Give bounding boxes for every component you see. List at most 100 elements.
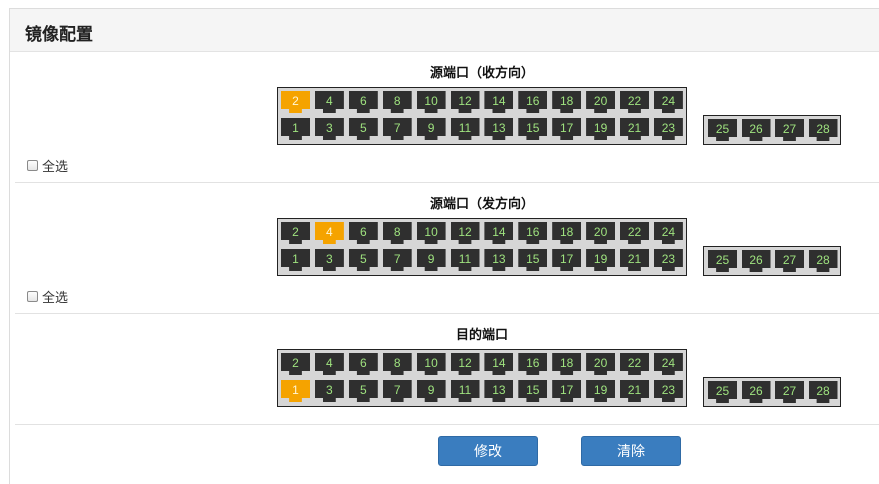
select-all-checkbox[interactable] (27, 160, 38, 171)
rx-source-port-8[interactable]: 8 (382, 91, 412, 113)
destination-port-13[interactable]: 13 (484, 380, 514, 402)
tx-source-port-15[interactable]: 15 (518, 249, 548, 271)
tx-source-port-12[interactable]: 12 (450, 222, 480, 244)
destination-port-3[interactable]: 3 (314, 380, 344, 402)
destination-port-26[interactable]: 26 (741, 381, 771, 403)
destination-port-10[interactable]: 10 (416, 353, 446, 375)
rx-source-port-20[interactable]: 20 (586, 91, 616, 113)
tx-source-port-22[interactable]: 22 (620, 222, 649, 244)
tx-source-port-14[interactable]: 14 (484, 222, 514, 244)
rx-source-port-7[interactable]: 7 (382, 118, 412, 140)
rx-source-port-14[interactable]: 14 (484, 91, 514, 113)
port-number: 4 (326, 225, 333, 239)
select-all-checkbox[interactable] (27, 291, 38, 302)
destination-port-11[interactable]: 11 (450, 380, 480, 402)
destination-port-7[interactable]: 7 (382, 380, 412, 402)
tx-source-port-10[interactable]: 10 (416, 222, 446, 244)
rx-source-port-17[interactable]: 17 (552, 118, 582, 140)
destination-port-5[interactable]: 5 (348, 380, 378, 402)
rx-source-port-4[interactable]: 4 (314, 91, 344, 113)
destination-port-20[interactable]: 20 (586, 353, 616, 375)
rx-source-port-5[interactable]: 5 (348, 118, 378, 140)
tx-source-port-1[interactable]: 1 (281, 249, 310, 271)
port-number: 8 (393, 356, 401, 370)
tx-source-port-21[interactable]: 21 (620, 249, 649, 271)
rx-source-port-24[interactable]: 24 (653, 91, 683, 113)
select-all-label: 全选 (42, 160, 69, 175)
rx-source-port-1[interactable]: 1 (281, 118, 310, 140)
rx-source-port-15[interactable]: 15 (518, 118, 548, 140)
rx-source-port-10[interactable]: 10 (416, 91, 446, 113)
tx-source-port-24[interactable]: 24 (653, 222, 683, 244)
rx-source-port-21[interactable]: 21 (620, 118, 649, 140)
rx-source-port-16[interactable]: 16 (518, 91, 548, 113)
rx-source-port-13[interactable]: 13 (484, 118, 514, 140)
destination-port-8[interactable]: 8 (382, 353, 412, 375)
rx-source-port-19[interactable]: 19 (586, 118, 616, 140)
tx-source-port-20[interactable]: 20 (586, 222, 616, 244)
rx-source-port-23[interactable]: 23 (653, 118, 683, 140)
destination-port-23[interactable]: 23 (653, 380, 683, 402)
rx-source-select-all[interactable]: 全选 (27, 156, 68, 175)
tx-source-port-4[interactable]: 4 (314, 222, 344, 244)
tx-source-port-7[interactable]: 7 (382, 249, 412, 271)
port-number: 4 (326, 356, 333, 370)
port-number: 17 (560, 252, 574, 266)
destination-port-16[interactable]: 16 (518, 353, 548, 375)
destination-port-28[interactable]: 28 (808, 381, 838, 403)
tx-source-port-9[interactable]: 9 (416, 249, 446, 271)
tx-source-select-all[interactable]: 全选 (27, 287, 68, 306)
destination-port-27[interactable]: 27 (775, 381, 804, 403)
destination-port-6[interactable]: 6 (348, 353, 378, 375)
tx-source-port-17[interactable]: 17 (552, 249, 582, 271)
port-number: 16 (526, 225, 540, 239)
tx-source-port-2[interactable]: 2 (281, 222, 310, 244)
rx-source-port-22[interactable]: 22 (620, 91, 649, 113)
tx-source-port-6[interactable]: 6 (348, 222, 378, 244)
rx-source-port-18[interactable]: 18 (552, 91, 582, 113)
destination-port-21[interactable]: 21 (620, 380, 649, 402)
destination-port-24[interactable]: 24 (653, 353, 683, 375)
tx-source-port-18[interactable]: 18 (552, 222, 582, 244)
destination-port-12[interactable]: 12 (450, 353, 480, 375)
rx-source-port-12[interactable]: 12 (450, 91, 480, 113)
tx-source-port-25[interactable]: 25 (708, 250, 737, 272)
tx-source-port-26[interactable]: 26 (741, 250, 771, 272)
tx-source-port-28[interactable]: 28 (808, 250, 838, 272)
destination-port-9[interactable]: 9 (416, 380, 446, 402)
destination-port-15[interactable]: 15 (518, 380, 548, 402)
destination-port-19[interactable]: 19 (586, 380, 616, 402)
tx-source-port-11[interactable]: 11 (450, 249, 480, 271)
destination-port-1[interactable]: 1 (281, 380, 310, 402)
destination-port-22[interactable]: 22 (620, 353, 649, 375)
rx-source-port-2[interactable]: 2 (281, 91, 310, 113)
modify-button[interactable]: 修改 (438, 436, 538, 466)
rx-source-port-28[interactable]: 28 (808, 119, 838, 141)
rx-source-port-27[interactable]: 27 (775, 119, 804, 141)
tx-source-port-27[interactable]: 27 (775, 250, 804, 272)
tx-source-port-16[interactable]: 16 (518, 222, 548, 244)
rx-source-port-26[interactable]: 26 (741, 119, 771, 141)
tx-source-port-5[interactable]: 5 (348, 249, 378, 271)
section-divider (15, 424, 879, 425)
destination-port-17[interactable]: 17 (552, 380, 582, 402)
rx-source-section-title: 源端口（收方向） (429, 66, 534, 81)
destination-port-25[interactable]: 25 (708, 381, 737, 403)
destination-port-18[interactable]: 18 (552, 353, 582, 375)
tx-source-port-13[interactable]: 13 (484, 249, 514, 271)
clear-button[interactable]: 清除 (581, 436, 681, 466)
port-number: 27 (782, 122, 797, 136)
rx-source-port-6[interactable]: 6 (348, 91, 378, 113)
port-number: 21 (627, 121, 642, 135)
rx-source-port-3[interactable]: 3 (314, 118, 344, 140)
destination-port-4[interactable]: 4 (314, 353, 344, 375)
tx-source-port-23[interactable]: 23 (653, 249, 683, 271)
destination-port-2[interactable]: 2 (281, 353, 310, 375)
tx-source-port-19[interactable]: 19 (586, 249, 616, 271)
tx-source-port-8[interactable]: 8 (382, 222, 412, 244)
destination-port-14[interactable]: 14 (484, 353, 514, 375)
tx-source-port-3[interactable]: 3 (314, 249, 344, 271)
rx-source-port-11[interactable]: 11 (450, 118, 480, 140)
rx-source-port-25[interactable]: 25 (708, 119, 737, 141)
rx-source-port-9[interactable]: 9 (416, 118, 446, 140)
